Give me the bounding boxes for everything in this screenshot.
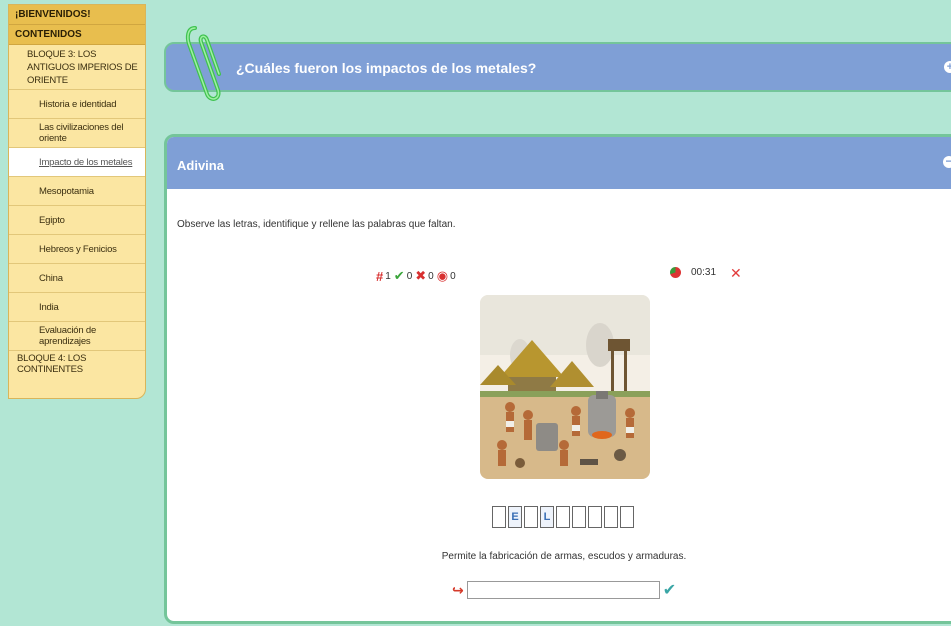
sidebar-contents[interactable]: CONTENIDOS bbox=[9, 25, 145, 45]
sidebar-item-civilizaciones[interactable]: Las civilizaciones del oriente bbox=[9, 119, 145, 148]
sidebar-item-impacto-metales[interactable]: Impacto de los metales bbox=[9, 148, 145, 177]
expand-icon[interactable]: + bbox=[944, 61, 951, 73]
sidebar-item-mesopotamia[interactable]: Mesopotamia bbox=[9, 177, 145, 206]
sidebar-item-evaluacion[interactable]: Evaluación de aprendizajes bbox=[9, 322, 145, 351]
letter-box[interactable] bbox=[620, 506, 634, 528]
sidebar-item-hebreos-fenicios[interactable]: Hebreos y Fenicios bbox=[9, 235, 145, 264]
sidebar-bloque-4[interactable]: BLOQUE 4: LOS CONTINENTES bbox=[9, 351, 145, 376]
sidebar: ¡BIENVENIDOS! CONTENIDOS BLOQUE 3: LOS A… bbox=[8, 4, 146, 399]
collapse-icon[interactable]: − bbox=[943, 155, 951, 168]
letter-boxes: E L bbox=[492, 506, 636, 528]
skipped-count: 0 bbox=[450, 270, 456, 282]
sidebar-item-china[interactable]: China bbox=[9, 264, 145, 293]
check-answer-icon[interactable]: ✔ bbox=[663, 580, 676, 600]
letter-box[interactable] bbox=[604, 506, 618, 528]
hash-icon: # bbox=[376, 268, 384, 284]
clock-icon bbox=[670, 267, 681, 278]
letter-box[interactable] bbox=[556, 506, 570, 528]
fullscreen-icon[interactable]: ✕ bbox=[730, 265, 742, 282]
sidebar-item-historia[interactable]: Historia e identidad bbox=[9, 90, 145, 119]
letter-box[interactable] bbox=[588, 506, 602, 528]
panel-title: Adivina bbox=[177, 158, 224, 173]
question-header[interactable]: ¿Cuáles fueron los impactos de los metal… bbox=[164, 42, 951, 92]
sidebar-welcome[interactable]: ¡BIENVENIDOS! bbox=[9, 5, 145, 25]
letter-box[interactable]: E bbox=[508, 506, 522, 528]
timer: 00:31 bbox=[670, 267, 716, 278]
check-icon: ✔ bbox=[393, 268, 405, 283]
attempts-count: 1 bbox=[385, 270, 391, 282]
stats-bar: # 1 ✔ 0 ✖ 0 ◉ 0 bbox=[376, 268, 459, 284]
question-title: ¿Cuáles fueron los impactos de los metal… bbox=[236, 60, 537, 76]
answer-input[interactable] bbox=[466, 581, 660, 599]
panel-header[interactable]: Adivina − bbox=[167, 137, 951, 189]
paperclip-icon bbox=[185, 26, 221, 101]
cross-icon: ✖ bbox=[415, 268, 427, 283]
letter-box[interactable]: L bbox=[540, 506, 554, 528]
letter-box[interactable] bbox=[572, 506, 586, 528]
wrong-count: 0 bbox=[428, 270, 434, 282]
activity-panel: Adivina − Observe las letras, identifiqu… bbox=[164, 134, 951, 624]
timer-value: 00:31 bbox=[691, 267, 717, 278]
metalworking-illustration bbox=[480, 295, 650, 479]
correct-count: 0 bbox=[406, 270, 413, 282]
skip-icon: ◉ bbox=[436, 268, 449, 283]
instruction-text: Observe las letras, identifique y rellen… bbox=[177, 219, 456, 230]
letter-box[interactable] bbox=[524, 506, 538, 528]
sidebar-bloque-3[interactable]: BLOQUE 3: LOS ANTIGUOS IMPERIOS DE ORIEN… bbox=[9, 45, 145, 90]
sidebar-item-india[interactable]: India bbox=[9, 293, 145, 322]
sidebar-item-egipto[interactable]: Egipto bbox=[9, 206, 145, 235]
redo-arrow-icon[interactable]: ↪ bbox=[452, 582, 464, 599]
answer-row: ↪ ✔ bbox=[452, 580, 676, 600]
letter-box[interactable] bbox=[492, 506, 506, 528]
hint-text: Permite la fabricación de armas, escudos… bbox=[441, 551, 687, 562]
